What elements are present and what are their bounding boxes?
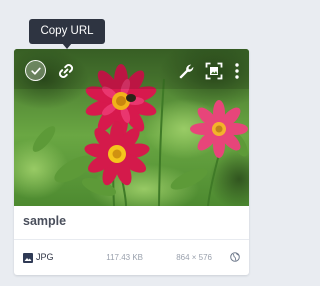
- copy-url-button[interactable]: [55, 60, 77, 82]
- globe-icon: [230, 252, 240, 262]
- asset-name[interactable]: sample: [23, 213, 66, 229]
- asset-meta: JPG 117.43 KB 864 × 576: [14, 240, 249, 275]
- asset-thumbnail[interactable]: [14, 49, 249, 206]
- wrench-icon: [179, 64, 193, 78]
- more-options-button[interactable]: [231, 60, 243, 82]
- file-type: JPG: [36, 252, 54, 262]
- image-dimensions: 864 × 576: [176, 253, 212, 262]
- asset-card[interactable]: sample JPG 117.43 KB 864 × 576: [14, 49, 249, 275]
- file-size: 117.43 KB: [106, 253, 143, 262]
- tooltip-arrow: [62, 43, 72, 49]
- image-icon: [23, 253, 33, 263]
- focus-frame-button[interactable]: [203, 60, 225, 82]
- link-icon: [58, 63, 74, 79]
- copy-url-tooltip: Copy URL: [29, 19, 105, 44]
- more-vertical-icon: [235, 63, 239, 79]
- checkmark-icon: [30, 67, 41, 75]
- edit-button[interactable]: [176, 61, 196, 81]
- select-checkbox[interactable]: [25, 60, 46, 81]
- focus-frame-icon: [205, 62, 223, 80]
